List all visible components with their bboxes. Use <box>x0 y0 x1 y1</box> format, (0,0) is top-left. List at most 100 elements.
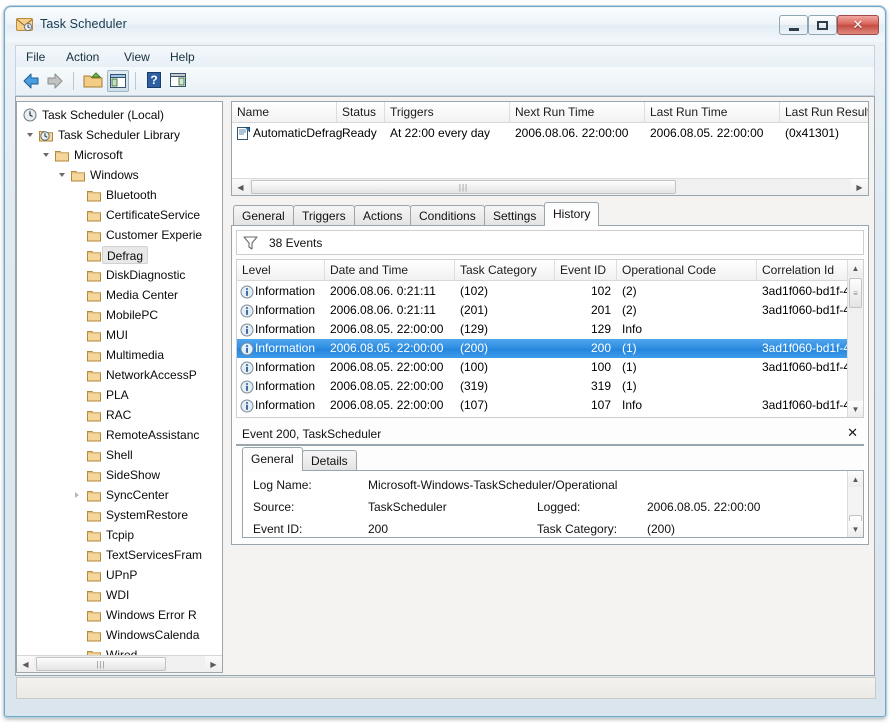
tree-item-tcpip[interactable]: Tcpip <box>17 525 214 545</box>
tree-item-synccenter[interactable]: SyncCenter <box>17 485 214 505</box>
tree-item-windows-error-r[interactable]: Windows Error R <box>17 605 214 625</box>
tree-item-mobilepc[interactable]: MobilePC <box>17 305 214 325</box>
tree-item-defrag[interactable]: Defrag <box>17 245 214 265</box>
event-list[interactable]: Level Date and Time Task Category Event ID O… <box>236 259 864 418</box>
event-row[interactable]: Information 2006.08.05. 22:00:00 (100) 100 (… <box>237 358 863 377</box>
tab-conditions[interactable]: Conditions <box>410 205 485 226</box>
tab-triggers[interactable]: Triggers <box>293 205 355 226</box>
folder-icon <box>87 288 101 302</box>
task-list-horizontal-scrollbar[interactable]: ◀ ||| ▶ <box>232 178 868 195</box>
event-scroll-down-button[interactable]: ▼ <box>848 401 863 417</box>
detail-tab-general[interactable]: General <box>242 447 303 471</box>
close-button[interactable]: ✕ <box>837 15 879 35</box>
tree-expander-open-icon[interactable] <box>59 173 65 177</box>
event-column-header[interactable]: Date and Time <box>325 260 455 280</box>
event-detail-close-icon[interactable]: ✕ <box>847 426 858 440</box>
tree-item-textservicesfram[interactable]: TextServicesFram <box>17 545 214 565</box>
minimize-button[interactable] <box>779 15 808 35</box>
up-one-level-icon[interactable] <box>82 70 104 92</box>
tree-expander-open-icon[interactable] <box>43 153 49 157</box>
menu-help[interactable]: Help <box>164 49 201 65</box>
maximize-button[interactable] <box>808 15 837 35</box>
detail-scroll-down-button[interactable]: ▼ <box>848 521 863 537</box>
tab-actions[interactable]: Actions <box>354 205 412 226</box>
task-column-header[interactable]: Status <box>337 102 385 122</box>
tree-item-multimedia[interactable]: Multimedia <box>17 345 214 365</box>
task-scroll-thumb[interactable]: ||| <box>251 180 676 194</box>
tree-item-shell[interactable]: Shell <box>17 445 214 465</box>
tree-item-remoteassistanc[interactable]: RemoteAssistanc <box>17 425 214 445</box>
event-row[interactable]: Information 2006.08.05. 22:00:00 (107) 107 I… <box>237 396 863 415</box>
tree-scroll-thumb[interactable]: ||| <box>36 657 166 671</box>
tree-item-systemrestore[interactable]: SystemRestore <box>17 505 214 525</box>
menu-view[interactable]: View <box>118 49 156 65</box>
tree-item-mui[interactable]: MUI <box>17 325 214 345</box>
task-column-header[interactable]: Triggers <box>385 102 510 122</box>
tree-expander-collapsed-icon[interactable] <box>75 492 79 498</box>
tree-item-microsoft[interactable]: Microsoft <box>17 145 214 165</box>
event-row[interactable]: Information 2006.08.05. 16:04:08 (140) 140 I… <box>237 415 849 417</box>
event-column-header[interactable]: Task Category <box>455 260 555 280</box>
help-icon[interactable]: ? <box>144 70 166 92</box>
tree-item-media-center[interactable]: Media Center <box>17 285 214 305</box>
event-list-vertical-scrollbar[interactable]: ▲ ≡ ▼ <box>847 260 863 417</box>
event-column-header[interactable]: Operational Code <box>617 260 757 280</box>
tab-settings[interactable]: Settings <box>484 205 546 226</box>
task-column-header[interactable]: Last Run Time <box>645 102 780 122</box>
tree-item-sideshow[interactable]: SideShow <box>17 465 214 485</box>
event-row[interactable]: Information 2006.08.06. 0:21:11 (102) 102 (2… <box>237 282 863 301</box>
task-scroll-left-button[interactable]: ◀ <box>232 179 249 195</box>
event-row[interactable]: Information 2006.08.05. 22:00:00 (200) 200 (… <box>237 339 863 358</box>
task-list[interactable]: Name Status Triggers Next Run Time Last Run … <box>231 101 869 196</box>
task-scheduler-window: Task Scheduler ✕ File Action View Help ?… <box>4 6 886 717</box>
show-console-tree-icon[interactable] <box>107 70 129 92</box>
tree-item-upnp[interactable]: UPnP <box>17 565 214 585</box>
event-row[interactable]: Information 2006.08.05. 22:00:00 (129) 129 I… <box>237 320 849 339</box>
event-row[interactable]: Information 2006.08.05. 22:00:00 (319) 319 (… <box>237 377 849 396</box>
forward-icon[interactable] <box>44 70 66 92</box>
event-scroll-thumb[interactable]: ≡ <box>849 278 862 308</box>
tree-horizontal-scrollbar[interactable]: ◀ ||| ▶ <box>17 655 222 672</box>
tree-item-windows[interactable]: Windows <box>17 165 214 185</box>
tree-item-wdi[interactable]: WDI <box>17 585 214 605</box>
tree-item-certificateservice[interactable]: CertificateService <box>17 205 214 225</box>
event-row[interactable]: Information 2006.08.06. 0:21:11 (201) 201 (2… <box>237 301 863 320</box>
detail-tab-details[interactable]: Details <box>302 450 357 471</box>
tree-item-pla[interactable]: PLA <box>17 385 214 405</box>
tree-scroll-right-button[interactable]: ▶ <box>205 656 222 672</box>
tree-item-windowscalenda[interactable]: WindowsCalenda <box>17 625 214 645</box>
event-column-header[interactable]: Level <box>237 260 325 280</box>
detail-scroll-up-button[interactable]: ▲ <box>848 471 863 487</box>
menu-file[interactable]: File <box>20 49 51 65</box>
console-tree-pane[interactable]: Task Scheduler (Local) Task Scheduler Lib… <box>16 101 223 673</box>
event-filter-bar[interactable]: 38 Events <box>236 230 864 255</box>
tree-item-networkaccessp[interactable]: NetworkAccessP <box>17 365 214 385</box>
tree-expander-open-icon[interactable] <box>27 133 33 137</box>
tree-item-task-scheduler-local[interactable]: Task Scheduler (Local) <box>17 105 214 125</box>
menu-action[interactable]: Action <box>60 49 105 65</box>
filter-funnel-icon[interactable] <box>243 236 258 253</box>
event-level: Information <box>255 398 316 412</box>
folder-icon <box>87 448 101 462</box>
event-detail-vertical-scrollbar[interactable]: ▲ ≡ ▼ <box>847 471 863 537</box>
task-column-header[interactable]: Name <box>232 102 337 122</box>
task-column-header[interactable]: Next Run Time <box>510 102 645 122</box>
event-scroll-up-button[interactable]: ▲ <box>848 260 863 276</box>
task-column-header[interactable]: Last Run Result <box>780 102 868 122</box>
task-scroll-right-button[interactable]: ▶ <box>851 179 868 195</box>
tree-item-customer-experie[interactable]: Customer Experie <box>17 225 214 245</box>
tree-item-diskdiagnostic[interactable]: DiskDiagnostic <box>17 265 214 285</box>
tab-history[interactable]: History <box>544 202 600 226</box>
tree-item-bluetooth[interactable]: Bluetooth <box>17 185 214 205</box>
event-column-header[interactable]: Event ID <box>555 260 617 280</box>
tree-scroll-left-button[interactable]: ◀ <box>17 656 34 672</box>
tree-item-task-scheduler-library[interactable]: Task Scheduler Library <box>17 125 214 145</box>
task-row[interactable]: AutomaticDefrag Ready At 22:00 every day 20… <box>232 124 852 143</box>
show-action-pane-icon[interactable] <box>168 70 190 92</box>
maximize-icon <box>809 16 836 34</box>
back-icon[interactable] <box>20 70 42 92</box>
tree-item-rac[interactable]: RAC <box>17 405 214 425</box>
event-column-header[interactable]: Correlation Id <box>757 260 852 280</box>
tree-item-label: Shell <box>106 448 133 462</box>
tab-general[interactable]: General <box>233 205 294 226</box>
